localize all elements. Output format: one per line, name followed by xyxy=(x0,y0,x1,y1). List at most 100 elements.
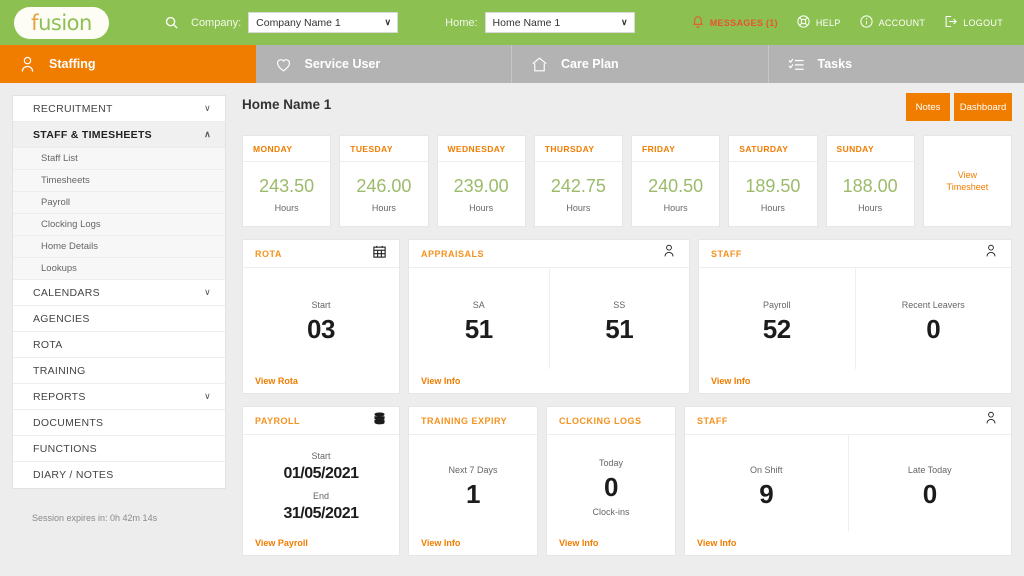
day-hours-unit: Hours xyxy=(274,202,299,213)
view-rota-link[interactable]: View Rota xyxy=(255,376,298,386)
tab-care-plan[interactable]: Care Plan xyxy=(512,45,769,83)
payroll-start-label: Start xyxy=(311,451,331,461)
panel-title: APPRAISALS xyxy=(421,248,485,259)
sidebar-item-recruitment[interactable]: RECRUITMENT ∨ xyxy=(13,96,225,122)
day-card-body: 189.50 Hours xyxy=(729,162,816,226)
day-card-thursday[interactable]: THURSDAY 242.75 Hours xyxy=(533,135,623,227)
clocking-today-stat: Today 0 Clock-ins xyxy=(547,435,675,531)
logout-action[interactable]: LOGOUT xyxy=(934,14,1012,31)
stat-label: Late Today xyxy=(907,464,952,475)
view-timesheet-line1: View xyxy=(957,169,978,180)
panel-header: PAYROLL xyxy=(243,407,399,435)
sidebar-item-diary-notes[interactable]: DIARY / NOTES xyxy=(13,462,225,488)
sidebar-item-calendars[interactable]: CALENDARS ∨ xyxy=(13,280,225,306)
home-select[interactable]: Home Name 1 ∨ xyxy=(484,12,635,33)
panel-header: APPRAISALS xyxy=(409,240,689,268)
rota-start-stat: Start 03 xyxy=(243,268,399,369)
tab-staffing-label: Staffing xyxy=(49,57,96,71)
panel-row-top: ROTA Start 03 View Rota APPRAISALS SA 51… xyxy=(242,239,1012,394)
day-hours-value: 188.00 xyxy=(842,175,898,196)
panel-clocking-logs: CLOCKING LOGS Today 0 Clock-ins View Inf… xyxy=(546,406,676,556)
stat-value: 51 xyxy=(605,314,634,344)
calendar-icon xyxy=(372,244,387,264)
sidebar-item-documents[interactable]: DOCUMENTS xyxy=(13,410,225,436)
panel-appraisals: APPRAISALS SA 51 SS 51 View Info xyxy=(408,239,690,394)
chevron-down-icon: ∨ xyxy=(204,391,211,401)
stat-value: 52 xyxy=(762,314,791,344)
panel-row-bottom: PAYROLL Start 01/05/2021 End 31/05/2021 … xyxy=(242,406,1012,556)
stat-value: 0 xyxy=(604,471,618,502)
day-hours-value: 243.50 xyxy=(259,175,315,196)
payroll-end-label: End xyxy=(312,491,329,501)
main-header-row: Home Name 1 Notes Dashboard xyxy=(242,93,1012,135)
view-info-link[interactable]: View Info xyxy=(711,376,750,386)
sidebar-item-functions[interactable]: FUNCTIONS xyxy=(13,436,225,462)
view-payroll-link[interactable]: View Payroll xyxy=(255,538,308,548)
staff-recent-leavers-stat: Recent Leavers 0 xyxy=(854,268,1012,369)
panel-body: Start 03 xyxy=(243,268,399,369)
day-card-monday[interactable]: MONDAY 243.50 Hours xyxy=(242,135,332,227)
day-card-sunday[interactable]: SUNDAY 188.00 Hours xyxy=(825,135,915,227)
day-card-body: 242.75 Hours xyxy=(535,162,622,226)
view-info-link[interactable]: View Info xyxy=(421,376,460,386)
header-action-buttons: Notes Dashboard xyxy=(906,93,1012,121)
sidebar-item-label: FUNCTIONS xyxy=(33,442,97,455)
chevron-down-icon: ∨ xyxy=(620,17,628,27)
stat-label: Payroll xyxy=(762,300,791,310)
day-label: SATURDAY xyxy=(729,136,817,162)
messages-action[interactable]: MESSAGES (1) xyxy=(682,15,787,31)
sidebar-item-staff-timesheets[interactable]: STAFF & TIMESHEETS ∧ xyxy=(13,122,225,148)
sidebar-item-reports[interactable]: REPORTS ∨ xyxy=(13,384,225,410)
help-action[interactable]: HELP xyxy=(787,14,850,31)
sidebar-item-agencies[interactable]: AGENCIES xyxy=(13,306,225,332)
account-label: ACCOUNT xyxy=(878,17,926,28)
panel-header: STAFF xyxy=(699,240,1011,268)
chevron-down-icon: ∨ xyxy=(204,287,211,297)
sidebar: RECRUITMENT ∨ STAFF & TIMESHEETS ∧ Staff… xyxy=(0,83,238,576)
sidebar-item-training[interactable]: TRAINING xyxy=(13,358,225,384)
day-card-saturday[interactable]: SATURDAY 189.50 Hours xyxy=(728,135,818,227)
tab-service-user[interactable]: Service User xyxy=(255,45,512,83)
sidebar-subitem-timesheets[interactable]: Timesheets xyxy=(13,170,225,192)
bell-icon xyxy=(691,15,705,31)
view-info-link[interactable]: View Info xyxy=(421,538,460,548)
search-icon[interactable] xyxy=(164,15,179,30)
sidebar-subitem-staff-list[interactable]: Staff List xyxy=(13,148,225,170)
sidebar-item-rota[interactable]: ROTA xyxy=(13,332,225,358)
sidebar-item-label: DIARY / NOTES xyxy=(33,469,114,481)
day-card-body: 188.00 Hours xyxy=(827,162,914,226)
stat-value: 0 xyxy=(926,314,941,344)
view-timesheet-card[interactable]: View Timesheet xyxy=(922,135,1012,227)
panel-title: STAFF xyxy=(711,248,742,259)
day-card-tuesday[interactable]: TUESDAY 246.00 Hours xyxy=(339,135,429,227)
chevron-up-icon: ∧ xyxy=(204,129,211,139)
company-select[interactable]: Company Name 1 ∨ xyxy=(248,12,399,33)
stat-label: Recent Leavers xyxy=(901,300,965,310)
tab-staffing[interactable]: Staffing xyxy=(0,45,256,83)
notes-button[interactable]: Notes xyxy=(906,93,950,121)
day-card-friday[interactable]: FRIDAY 240.50 Hours xyxy=(631,135,721,227)
chevron-down-icon: ∨ xyxy=(204,103,211,113)
sidebar-subitem-clocking-logs[interactable]: Clocking Logs xyxy=(13,214,225,236)
stat-label: Next 7 Days xyxy=(448,464,498,475)
view-info-link[interactable]: View Info xyxy=(559,538,598,548)
view-timesheet-link[interactable]: View Timesheet xyxy=(947,169,989,193)
panel-footer: View Info xyxy=(699,369,1011,393)
page-title: Home Name 1 xyxy=(242,97,332,112)
panel-body: Start 01/05/2021 End 31/05/2021 xyxy=(243,435,399,531)
sidebar-subitem-home-details[interactable]: Home Details xyxy=(13,236,225,258)
fusion-logo[interactable]: fusion xyxy=(14,6,109,39)
sidebar-subitem-lookups[interactable]: Lookups xyxy=(13,258,225,280)
help-label: HELP xyxy=(815,17,841,28)
view-info-link[interactable]: View Info xyxy=(697,538,736,548)
day-card-wednesday[interactable]: WEDNESDAY 239.00 Hours xyxy=(436,135,526,227)
dashboard-button[interactable]: Dashboard xyxy=(954,93,1012,121)
panel-body: SA 51 SS 51 xyxy=(409,268,689,369)
panel-header: CLOCKING LOGS xyxy=(547,407,675,435)
panel-footer: View Info xyxy=(685,531,1011,555)
sidebar-subitem-payroll[interactable]: Payroll xyxy=(13,192,225,214)
tab-tasks[interactable]: Tasks xyxy=(768,45,1024,83)
account-action[interactable]: ACCOUNT xyxy=(850,14,935,31)
main-nav-tabs: Staffing Service User Care Plan Tasks xyxy=(0,45,1024,83)
header-actions: MESSAGES (1) HELP ACCOUNT LOGOUT xyxy=(682,14,1012,31)
